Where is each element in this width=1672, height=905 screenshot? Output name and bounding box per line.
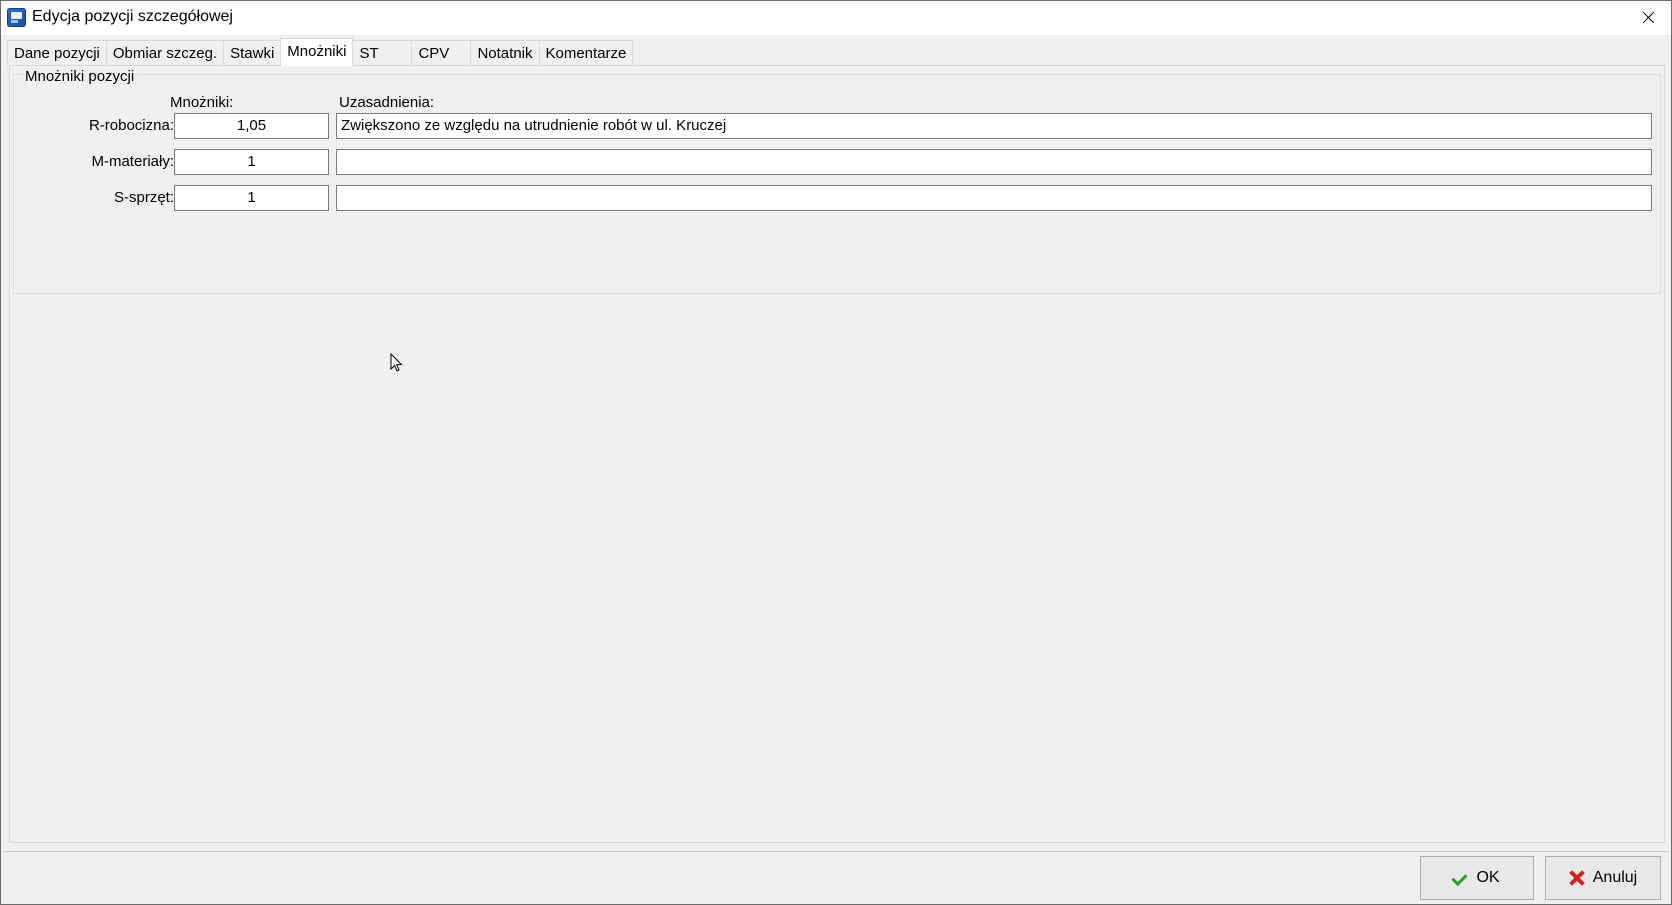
column-header-justification: Uzasadnienia: bbox=[339, 94, 435, 111]
justification-input-sprzet[interactable] bbox=[336, 185, 1652, 211]
mouse-cursor-icon bbox=[390, 353, 403, 372]
dialog-window: Edycja pozycji szczegółowej Dane pozycji… bbox=[0, 0, 1672, 905]
ok-button[interactable]: OK bbox=[1420, 856, 1534, 900]
tab-bar: Dane pozycji Obmiar szczeg. Stawki Mnożn… bbox=[7, 38, 634, 66]
column-header-multiplier: Mnożniki: bbox=[170, 94, 234, 111]
app-icon bbox=[7, 8, 26, 27]
tab-stawki[interactable]: Stawki bbox=[223, 40, 282, 65]
multiplier-input-materialy[interactable]: 1 bbox=[174, 149, 329, 175]
multipliers-group: Mnożniki pozycji Mnożniki: Uzasadnienia:… bbox=[13, 68, 1661, 294]
row-label-sprzet: S-sprzęt: bbox=[113, 189, 174, 206]
row-label-robocizna: R-robocizna: bbox=[88, 117, 174, 134]
window-title: Edycja pozycji szczegółowej bbox=[32, 8, 233, 25]
cancel-button-label: Anuluj bbox=[1592, 869, 1638, 886]
cancel-button[interactable]: Anuluj bbox=[1545, 856, 1661, 900]
x-icon bbox=[1569, 870, 1585, 886]
check-icon bbox=[1454, 873, 1468, 883]
tab-dane-pozycji[interactable]: Dane pozycji bbox=[7, 40, 107, 65]
multiplier-input-sprzet[interactable]: 1 bbox=[174, 185, 329, 211]
tab-panel-mnozniki: Mnożniki pozycji Mnożniki: Uzasadnienia:… bbox=[9, 65, 1665, 843]
tab-mnozniki[interactable]: Mnożniki bbox=[280, 38, 354, 66]
dialog-footer: OK Anuluj bbox=[3, 851, 1669, 904]
tab-obmiar-szczeg[interactable]: Obmiar szczeg. bbox=[105, 40, 225, 65]
title-bar: Edycja pozycji szczegółowej bbox=[1, 1, 1671, 35]
tab-st[interactable]: ST bbox=[352, 40, 413, 65]
justification-input-robocizna[interactable]: Zwiększono ze względu na utrudnienie rob… bbox=[336, 113, 1652, 139]
close-icon[interactable] bbox=[1625, 1, 1671, 35]
tab-notatnik[interactable]: Notatnik bbox=[470, 40, 540, 65]
row-label-materialy: M-materiały: bbox=[91, 153, 174, 170]
group-title: Mnożniki pozycji bbox=[22, 68, 138, 85]
tab-cpv[interactable]: CPV bbox=[411, 40, 472, 65]
justification-input-materialy[interactable] bbox=[336, 149, 1652, 175]
ok-button-label: OK bbox=[1476, 869, 1500, 886]
tab-komentarze[interactable]: Komentarze bbox=[538, 40, 634, 65]
multiplier-input-robocizna[interactable]: 1,05 bbox=[174, 113, 329, 139]
